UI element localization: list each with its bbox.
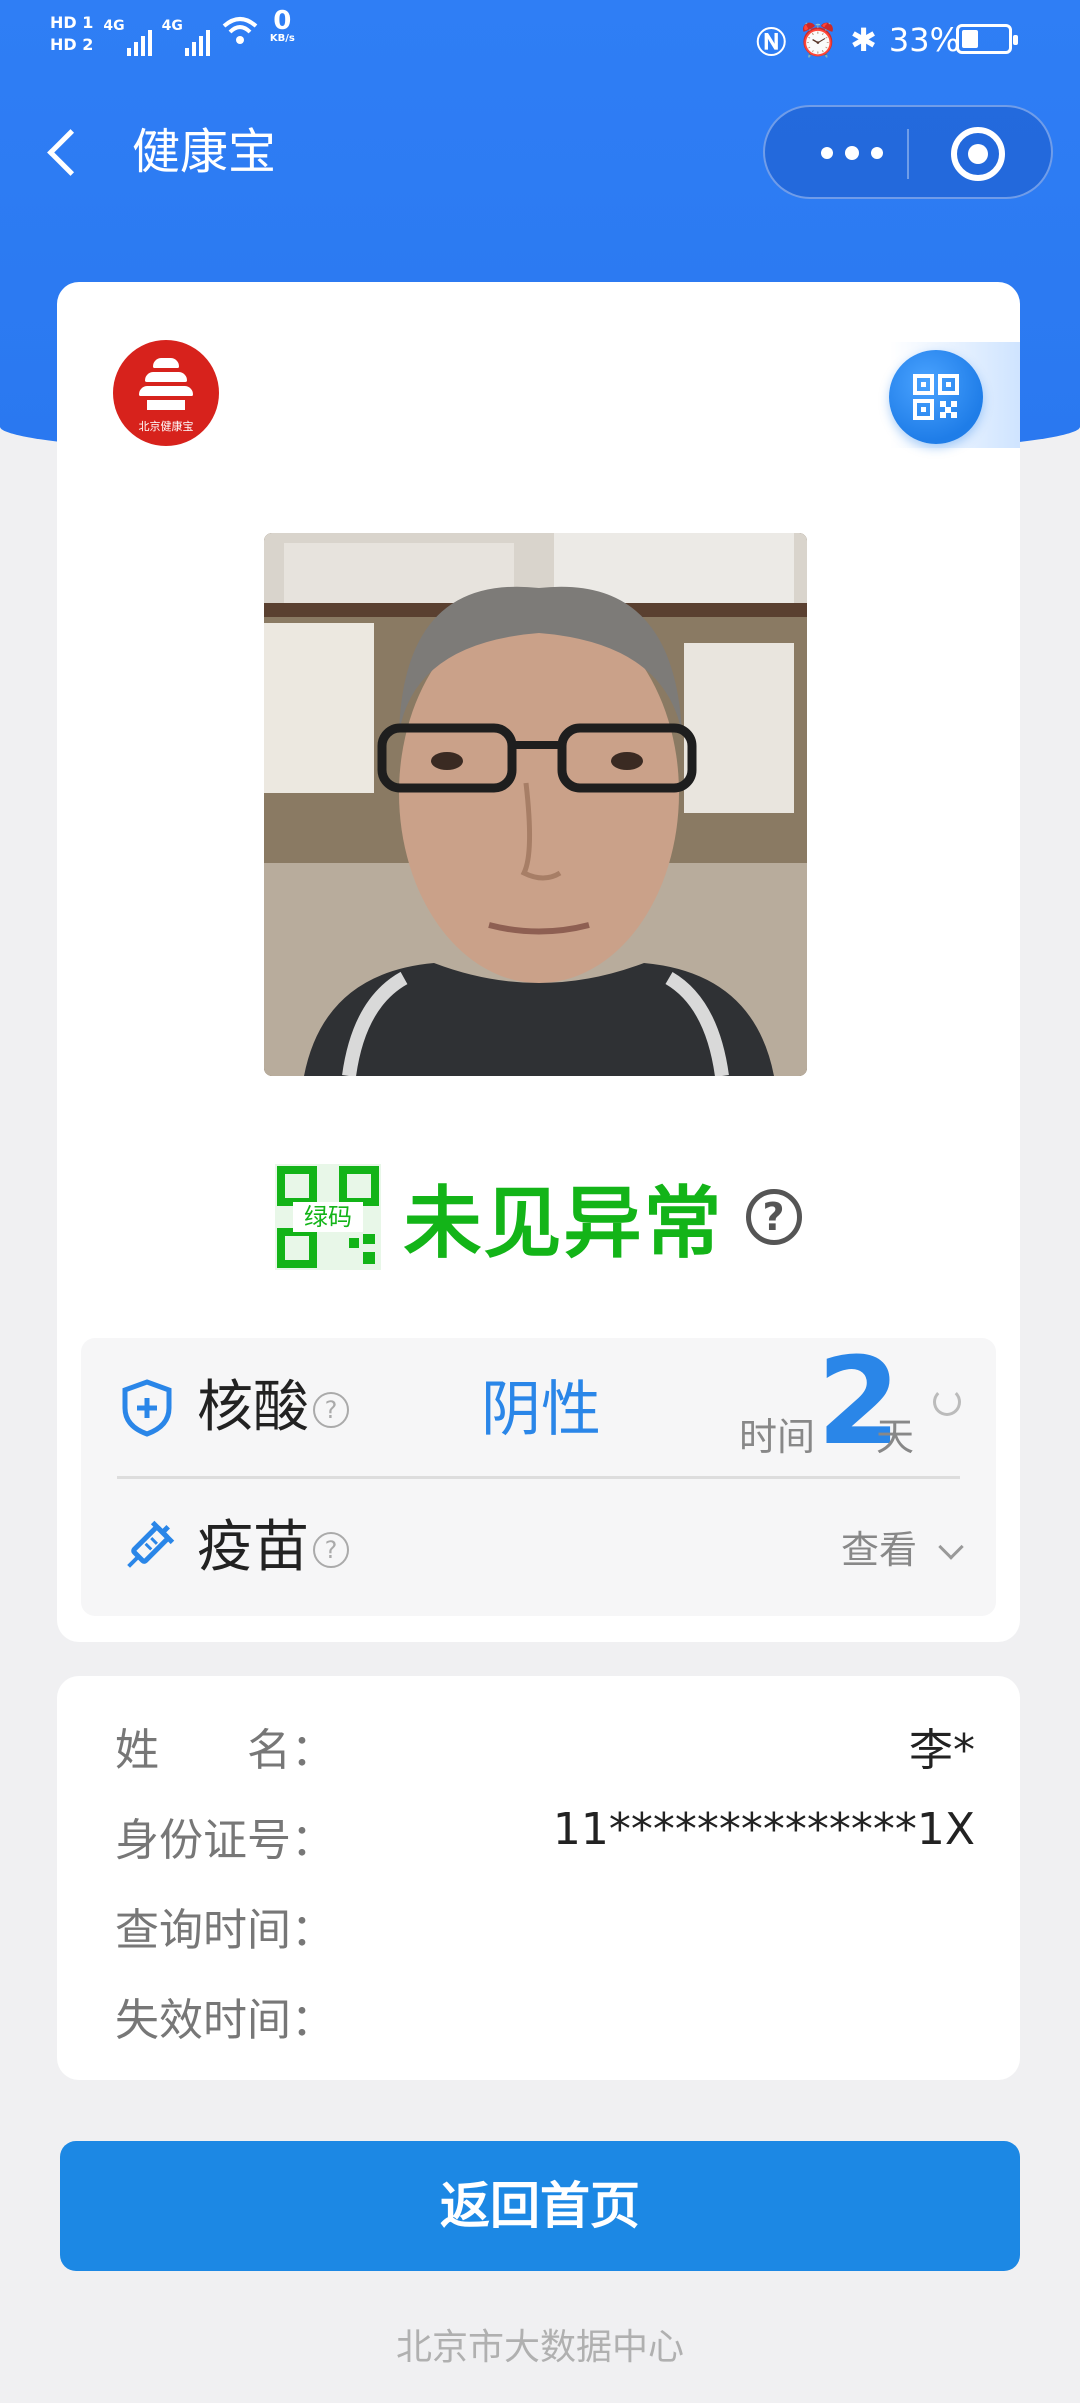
health-card: 北京健康宝 绿码 未见异常 ? 核酸 ? 阴性 时间 2 天 疫苗 ? 查看	[57, 282, 1020, 1642]
expire-time-key: 失效时间：	[115, 1995, 335, 2046]
name-key: 姓 名：	[115, 1725, 335, 1776]
nucleic-label: 核酸	[197, 1375, 309, 1440]
health-status: 绿码 未见异常 ?	[57, 1162, 1020, 1272]
signal-icon-2: 4G	[162, 12, 210, 56]
speed-unit: KB/s	[269, 33, 295, 44]
nucleic-acid-row: 核酸 ? 阴性 时间 2 天	[81, 1338, 996, 1476]
mini-program-capsule	[763, 105, 1053, 199]
refresh-icon[interactable]	[933, 1388, 961, 1416]
id-row: 身份证号： 11**************1X	[115, 1804, 975, 1866]
back-button[interactable]	[44, 122, 84, 182]
query-time-key: 查询时间：	[115, 1905, 335, 1956]
status-bar: HD 1 HD 2 4G 4G 0 KB/s Ⓝ ⏰ ✱ 33%	[0, 0, 1080, 80]
user-photo	[264, 533, 807, 1076]
vaccine-label: 疫苗	[197, 1515, 309, 1580]
hd2-label: HD 2	[50, 35, 94, 54]
hd1-label: HD 1	[50, 13, 94, 32]
days-unit: 天	[876, 1415, 915, 1459]
status-text: 未见异常	[403, 1179, 724, 1269]
footer-text: 北京市大数据中心	[395, 2327, 684, 2368]
nfc-icon: Ⓝ	[756, 26, 787, 61]
id-value: 11**************1X	[552, 1804, 975, 1855]
bluetooth-icon: ✱	[850, 21, 877, 59]
logo-text: 北京健康宝	[138, 420, 194, 433]
battery-percent: 33%	[888, 21, 960, 59]
speed-value: 0	[273, 6, 292, 36]
vaccine-view-link[interactable]: 查看	[841, 1526, 917, 1574]
close-mini-program-button[interactable]	[951, 127, 1005, 181]
return-home-button[interactable]: 返回首页	[60, 2141, 1020, 2271]
temple-icon	[139, 358, 193, 412]
page-title: 健康宝	[132, 124, 277, 180]
test-results-panel: 核酸 ? 阴性 时间 2 天 疫苗 ? 查看	[81, 1338, 996, 1616]
qr-code-icon	[913, 374, 959, 420]
green-code-icon: 绿码	[275, 1164, 382, 1270]
signal-icon: 4G	[103, 12, 152, 56]
beijing-health-logo: 北京健康宝	[113, 340, 219, 446]
hd-indicator: HD 1 HD 2	[50, 12, 93, 56]
id-key: 身份证号：	[115, 1815, 335, 1866]
green-code-label: 绿码	[304, 1203, 352, 1231]
personal-info-card: 姓 名： 李* 身份证号： 11**************1X 查询时间： 失…	[57, 1676, 1020, 2080]
more-button[interactable]	[807, 107, 917, 197]
wifi-icon	[222, 17, 258, 44]
capsule-divider	[907, 129, 909, 179]
status-help-icon[interactable]: ?	[745, 1189, 802, 1245]
network-speed: 0 KB/s	[269, 6, 295, 48]
battery-icon	[956, 24, 1018, 54]
alarm-icon: ⏰	[798, 21, 839, 59]
nucleic-help-icon[interactable]: ?	[313, 1392, 349, 1428]
vaccine-help-icon[interactable]: ?	[313, 1532, 349, 1568]
vaccine-row[interactable]: 疫苗 ? 查看	[81, 1478, 996, 1616]
time-label: 时间	[739, 1415, 816, 1459]
chevron-down-icon	[938, 1534, 964, 1560]
nucleic-result: 阴性	[481, 1375, 601, 1445]
syringe-icon	[127, 1520, 175, 1568]
query-time-row: 查询时间：	[115, 1894, 975, 1956]
network-type-1: 4G	[103, 18, 125, 34]
name-row: 姓 名： 李*	[115, 1714, 975, 1776]
shield-plus-icon	[122, 1379, 172, 1437]
expire-time-row: 失效时间：	[115, 1984, 975, 2046]
network-type-2: 4G	[161, 18, 183, 34]
qr-code-button[interactable]	[889, 350, 983, 444]
name-value: 李*	[909, 1725, 975, 1776]
